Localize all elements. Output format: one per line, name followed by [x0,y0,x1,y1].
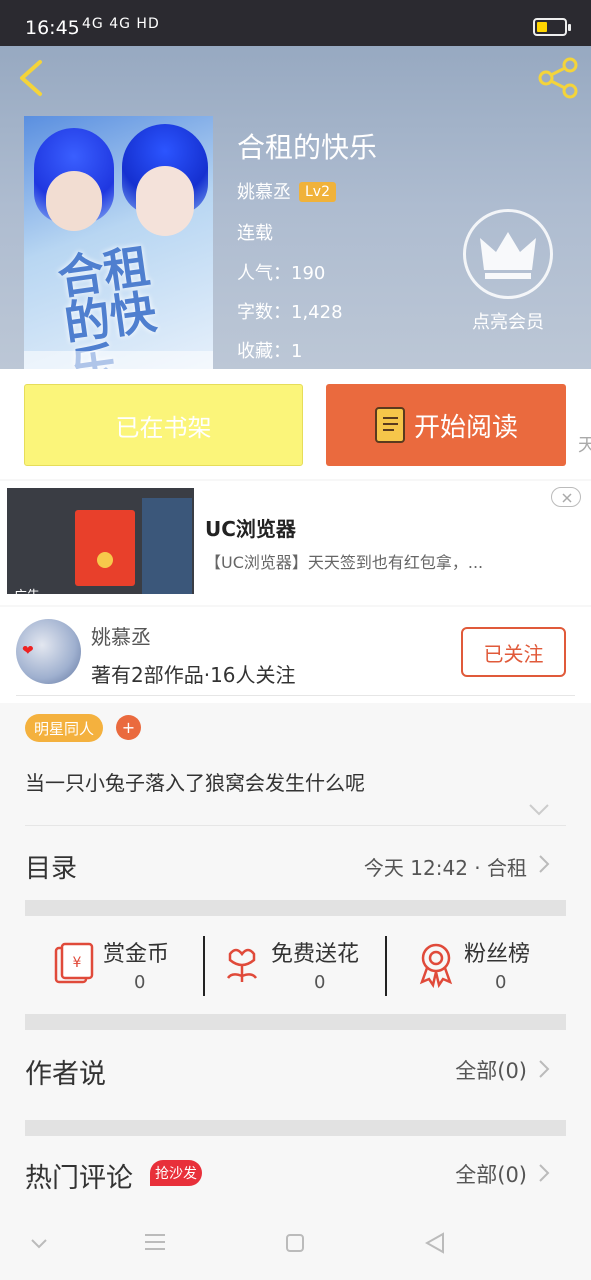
hot-comments-row[interactable]: 热门评论 抢沙发 全部(0) [0,1136,591,1214]
flower-value: 0 [314,972,326,993]
book-title: 合租的快乐 [237,131,378,164]
start-reading-button[interactable]: 开始阅读 [326,384,566,466]
start-reading-label: 开始阅读 [413,412,518,443]
fans-label: 粉丝榜 [464,942,531,967]
author-meta: 著有2部作品·16人关注 [91,663,296,687]
red-envelope-icon: ¥ [54,942,94,984]
vip-label[interactable]: 点亮会员 [456,308,560,334]
book-icon [374,407,405,443]
section-separator [25,900,566,916]
home-icon[interactable] [285,1233,305,1253]
tag-chip[interactable]: 明星同人 [25,714,104,742]
ad-description[interactable]: 【UC浏览器】天天签到也有红包拿，... [205,549,550,573]
back-icon[interactable] [14,58,50,98]
author-says-all-link[interactable]: 全部(0) [455,1055,527,1085]
book-popularity: 人气：190 [237,263,326,284]
section-separator [25,1014,566,1030]
level-badge: Lv2 [299,182,336,202]
book-header: 合租的快乐 合租的快乐 姚慕丞 Lv2 连载 人气：190 字数：1,428 收藏… [0,46,591,369]
on-shelf-button[interactable]: 已在书架 [24,384,303,466]
medal-icon [419,943,453,988]
action-bar: 已在书架 开始阅读 天 [0,369,591,479]
svg-text:¥: ¥ [73,955,82,971]
fans-value: 0 [495,972,507,993]
ad-label: 广告 [14,585,40,594]
author-says-row[interactable]: 作者说 全部(0) [0,1030,591,1120]
author-says-label: 作者说 [25,1059,106,1090]
book-description: 当一只小兔子落入了狼窝会发生什么呢 [25,771,365,795]
stat-separator [203,936,205,996]
tag-section: 明星同人 + 当一只小兔子落入了狼窝会发生什么呢 [0,703,591,828]
crown-icon[interactable] [463,209,553,299]
follow-button[interactable]: 已关注 [461,627,566,677]
book-word-count: 字数：1,428 [237,302,343,323]
hot-comments-label: 热门评论 [25,1163,133,1194]
ad-close-icon[interactable] [551,487,581,507]
back-nav-icon[interactable] [425,1232,445,1254]
stats-bar: ¥ 赏金币 0 免费送花 0 粉丝榜 0 [0,916,591,1014]
book-author[interactable]: 姚慕丞 [237,182,291,203]
battery-icon [533,18,571,36]
reward-value: 0 [134,972,146,993]
divider [25,825,566,826]
flower-icon [226,948,258,982]
section-separator [25,1120,566,1136]
ad-banner[interactable]: 广告 UC浏览器 【UC浏览器】天天签到也有红包拿，... [0,481,591,605]
avatar[interactable]: ❤ [16,619,81,684]
author-name[interactable]: 姚慕丞 [91,621,151,650]
offscreen-button-peek: 天 [578,435,591,456]
table-of-contents-row[interactable]: 目录 今天 12:42 · 合租 [0,828,591,900]
book-author-row: 姚慕丞 Lv2 [237,178,336,204]
book-cover-image: 合租的快乐 [24,116,213,369]
hot-comments-all-link[interactable]: 全部(0) [455,1159,527,1189]
book-favorites: 收藏：1 [237,341,303,362]
chevron-right-icon [539,1164,550,1182]
add-tag-button[interactable]: + [116,715,141,740]
status-bar: 16:45 4G 4G HD [0,0,591,46]
author-card[interactable]: ❤ 姚慕丞 著有2部作品·16人关注 已关注 [0,607,591,703]
collapse-nav-icon[interactable] [30,1238,48,1250]
toc-latest-chapter[interactable]: 今天 12:42 · 合租 [364,852,527,881]
chevron-right-icon [539,1060,550,1078]
reward-label: 赏金币 [103,942,170,967]
toc-label: 目录 [25,854,78,884]
network-indicator: 4G 4G HD [82,16,160,32]
ad-image[interactable]: 广告 [7,488,194,594]
book-status: 连载 [237,223,273,244]
share-icon[interactable] [537,56,581,100]
sofa-badge[interactable]: 抢沙发 [150,1160,202,1186]
divider [16,695,575,696]
status-time: 16:45 [25,17,80,39]
system-nav-bar [0,1214,591,1280]
chevron-right-icon [539,855,550,873]
chevron-down-icon[interactable] [528,803,550,817]
flower-label: 免费送花 [271,942,360,967]
cover-calligraphy: 合租的快乐 [54,238,160,369]
ad-title[interactable]: UC浏览器 [205,513,296,542]
stat-separator [385,936,387,996]
menu-icon[interactable] [144,1232,166,1252]
